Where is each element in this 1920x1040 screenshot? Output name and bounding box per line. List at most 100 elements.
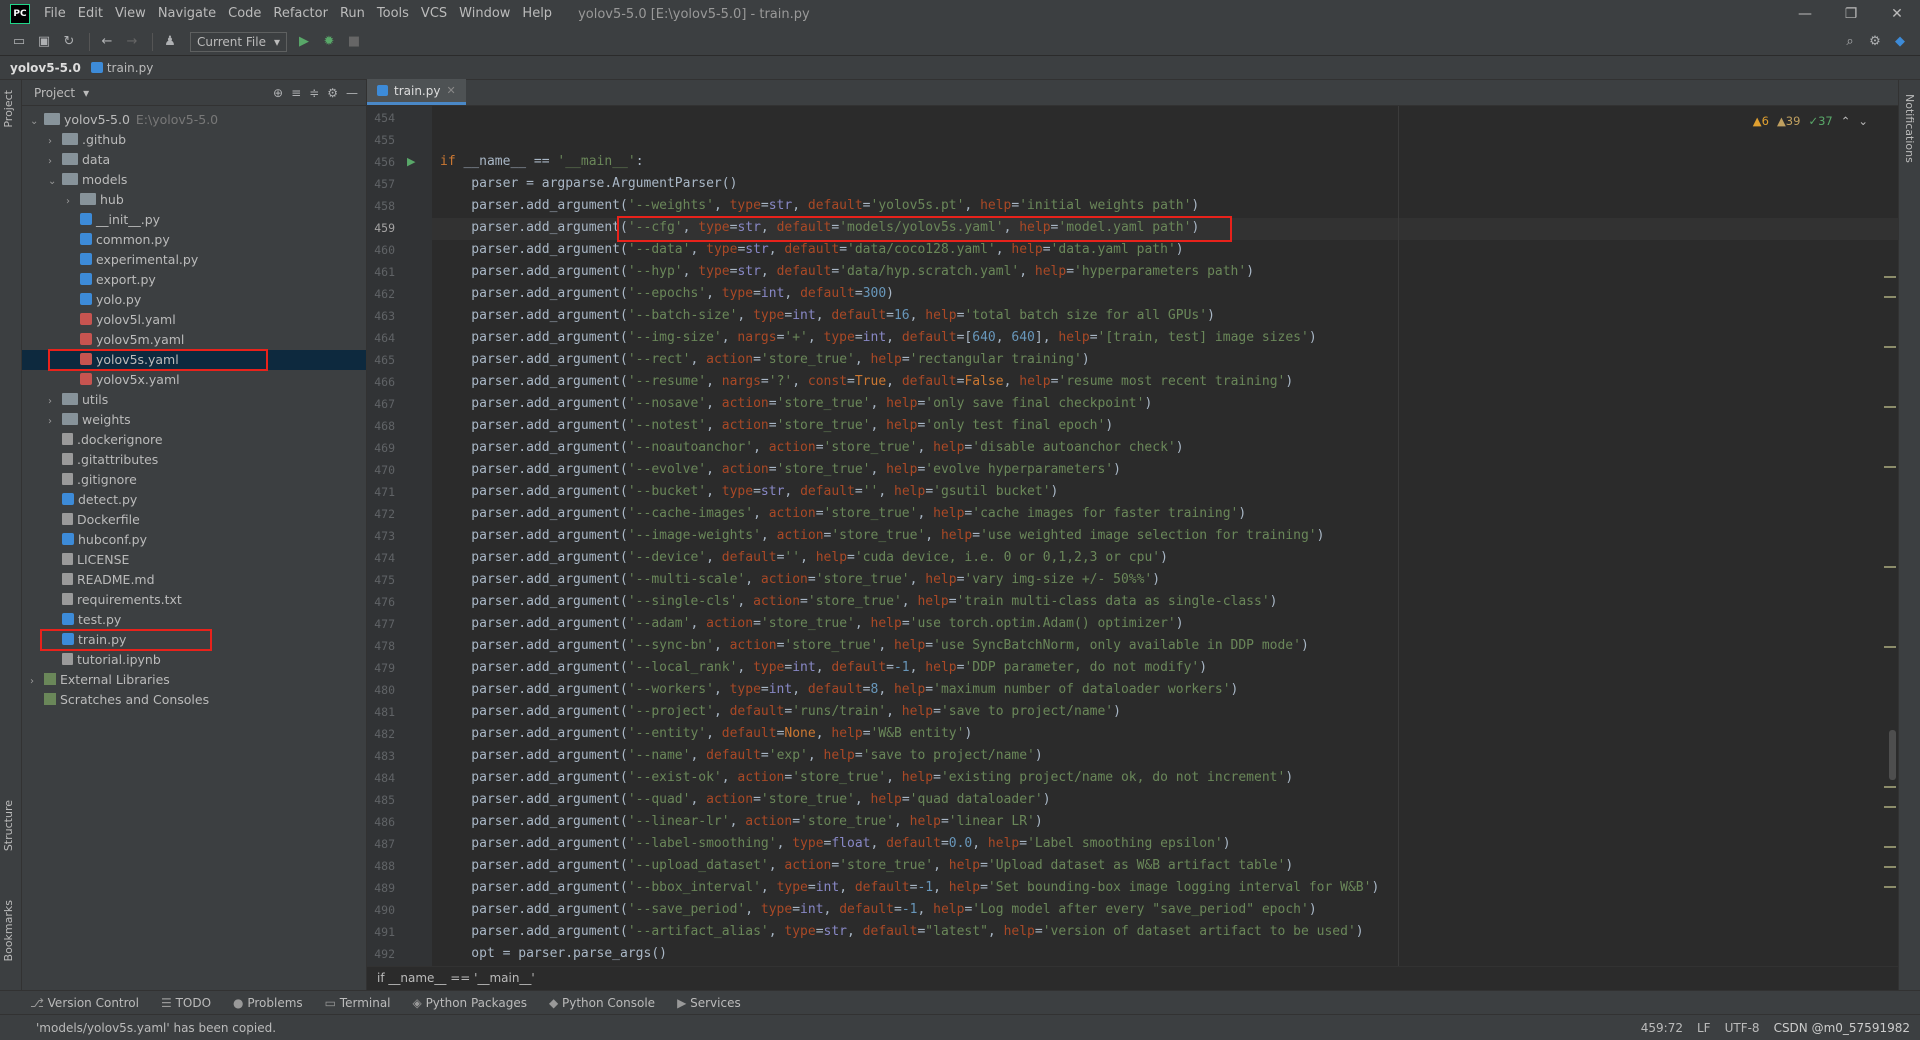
locate-icon[interactable]: ⊕ — [273, 86, 283, 100]
chevron-right-icon[interactable]: › — [30, 672, 44, 692]
scrollbar-marker[interactable] — [1884, 466, 1896, 468]
tree-item[interactable]: › .github — [22, 130, 366, 150]
tree-item[interactable]: Scratches and Consoles — [22, 690, 366, 710]
inspection-widget[interactable]: ▲6 ▲39 ✓37 ⌃ ⌄ — [1753, 114, 1868, 128]
tree-item[interactable]: › utils — [22, 390, 366, 410]
code-line[interactable]: opt = parser.parse_args() — [440, 946, 667, 961]
close-icon[interactable]: ✕ — [446, 84, 455, 97]
code-line[interactable]: parser.add_argument('--name', default='e… — [440, 748, 1042, 763]
scrollbar-marker[interactable] — [1884, 276, 1896, 278]
code-line[interactable]: parser.add_argument('--cache-images', ac… — [440, 506, 1246, 521]
bottom-tab-version-control[interactable]: ⎇ Version Control — [30, 996, 139, 1010]
tree-item[interactable]: ⌄ yolov5-5.0 E:\yolov5-5.0 — [22, 110, 366, 130]
code-line[interactable]: parser.add_argument('--epochs', type=int… — [440, 286, 894, 301]
hide-icon[interactable]: — — [346, 86, 358, 100]
expand-all-icon[interactable]: ≡ — [291, 86, 301, 100]
code-editor[interactable]: ▲6 ▲39 ✓37 ⌃ ⌄ if __name__ == '__main__'… — [432, 106, 1898, 966]
chevron-right-icon[interactable]: › — [48, 152, 62, 172]
code-line[interactable]: parser.add_argument('--weights', type=st… — [440, 198, 1199, 213]
scrollbar-marker[interactable] — [1884, 866, 1896, 868]
tree-item[interactable]: detect.py — [22, 490, 366, 510]
tree-item[interactable]: ⌄ models — [22, 170, 366, 190]
menu-window[interactable]: Window — [453, 0, 516, 28]
restore-button[interactable]: ❐ — [1828, 0, 1874, 28]
bottom-tab-problems[interactable]: ● Problems — [233, 996, 303, 1010]
tree-item[interactable]: yolov5x.yaml — [22, 370, 366, 390]
chevron-down-icon[interactable]: ⌄ — [1858, 114, 1868, 128]
scrollbar-marker[interactable] — [1884, 346, 1896, 348]
code-line[interactable]: parser.add_argument('--batch-size', type… — [440, 308, 1215, 323]
scrollbar-marker[interactable] — [1884, 886, 1896, 888]
tree-item[interactable]: export.py — [22, 270, 366, 290]
code-line[interactable]: parser.add_argument('--multi-scale', act… — [440, 572, 1160, 587]
code-line[interactable]: parser.add_argument('--bbox_interval', t… — [440, 880, 1379, 895]
breadcrumb-file[interactable]: train.py — [107, 61, 153, 75]
chevron-right-icon[interactable]: › — [66, 192, 80, 212]
tree-item[interactable]: tutorial.ipynb — [22, 650, 366, 670]
code-line[interactable]: parser.add_argument('--image-weights', a… — [440, 528, 1324, 543]
code-line[interactable]: parser = argparse.ArgumentParser() — [440, 176, 737, 191]
back-arrow-icon[interactable]: ← — [96, 31, 118, 53]
gear-icon[interactable]: ⚙ — [1864, 31, 1886, 53]
file-encoding[interactable]: UTF-8 — [1725, 1021, 1760, 1035]
bottom-tab-python-console[interactable]: ◆ Python Console — [549, 996, 655, 1010]
code-line[interactable]: parser.add_argument('--evolve', action='… — [440, 462, 1121, 477]
tree-item[interactable]: › weights — [22, 410, 366, 430]
debug-icon[interactable]: ✹ — [318, 31, 340, 53]
tree-item[interactable]: experimental.py — [22, 250, 366, 270]
code-line[interactable]: parser.add_argument('--notest', action='… — [440, 418, 1113, 433]
tree-item[interactable]: .dockerignore — [22, 430, 366, 450]
code-line[interactable]: parser.add_argument('--save_period', typ… — [440, 902, 1316, 917]
breadcrumb-project[interactable]: yolov5-5.0 — [10, 61, 81, 75]
tree-item[interactable]: train.py — [22, 629, 366, 651]
tree-item[interactable]: __init__.py — [22, 210, 366, 230]
chevron-down-icon[interactable]: ⌄ — [48, 172, 62, 192]
run-icon[interactable]: ▶ — [293, 31, 315, 53]
menu-code[interactable]: Code — [222, 0, 267, 28]
code-line[interactable]: parser.add_argument('--single-cls', acti… — [440, 594, 1277, 609]
code-line[interactable]: parser.add_argument('--hyp', type=str, d… — [440, 264, 1254, 279]
tree-item[interactable]: LICENSE — [22, 550, 366, 570]
tree-item[interactable]: README.md — [22, 570, 366, 590]
menu-vcs[interactable]: VCS — [415, 0, 453, 28]
tree-item[interactable]: test.py — [22, 610, 366, 630]
menu-run[interactable]: Run — [334, 0, 371, 28]
forward-arrow-icon[interactable]: → — [121, 31, 143, 53]
code-line[interactable]: parser.add_argument('--device', default=… — [440, 550, 1168, 565]
project-panel-title[interactable]: Project — [34, 86, 75, 100]
code-line[interactable]: parser.add_argument('--rect', action='st… — [440, 352, 1089, 367]
chevron-down-icon[interactable]: ⌄ — [30, 112, 44, 132]
code-line[interactable]: parser.add_argument('--img-size', nargs=… — [440, 330, 1316, 345]
stop-icon[interactable]: ■ — [343, 31, 365, 53]
chevron-right-icon[interactable]: › — [48, 412, 62, 432]
code-line[interactable]: parser.add_argument('--adam', action='st… — [440, 616, 1183, 631]
editor-scrollbar-thumb[interactable] — [1889, 730, 1896, 780]
code-line[interactable]: parser.add_argument('--artifact_alias', … — [440, 924, 1363, 939]
tree-item[interactable]: › External Libraries — [22, 670, 366, 690]
tree-item[interactable]: › hub — [22, 190, 366, 210]
code-line[interactable]: parser.add_argument('--quad', action='st… — [440, 792, 1050, 807]
tree-item[interactable]: Dockerfile — [22, 510, 366, 530]
tree-item[interactable]: yolov5s.yaml — [22, 349, 366, 371]
open-folder-icon[interactable]: ▭ — [8, 31, 30, 53]
gear-icon[interactable]: ⚙ — [327, 86, 338, 100]
scrollbar-marker[interactable] — [1884, 646, 1896, 648]
scrollbar-marker[interactable] — [1884, 806, 1896, 808]
menu-file[interactable]: File — [38, 0, 72, 28]
menu-view[interactable]: View — [109, 0, 152, 28]
code-line[interactable]: parser.add_argument('--data', type=str, … — [440, 242, 1183, 257]
code-line[interactable]: parser.add_argument('--linear-lr', actio… — [440, 814, 1042, 829]
structure-tool-tab[interactable]: Structure — [2, 800, 15, 851]
bottom-tab-todo[interactable]: ☰ TODO — [161, 996, 211, 1010]
code-line[interactable]: parser.add_argument('--sync-bn', action=… — [440, 638, 1309, 653]
notifications-tool-tab[interactable]: Notifications — [1903, 94, 1916, 163]
scrollbar-marker[interactable] — [1884, 296, 1896, 298]
tab-train-py[interactable]: train.py ✕ — [367, 79, 466, 105]
tree-item[interactable]: .gitignore — [22, 470, 366, 490]
code-line[interactable]: parser.add_argument('--noautoanchor', ac… — [440, 440, 1183, 455]
scrollbar-marker[interactable] — [1884, 566, 1896, 568]
chevron-right-icon[interactable]: › — [48, 392, 62, 412]
menu-help[interactable]: Help — [516, 0, 558, 28]
run-configuration-select[interactable]: Current File ▾ — [190, 31, 287, 52]
minimize-button[interactable]: — — [1782, 0, 1828, 28]
